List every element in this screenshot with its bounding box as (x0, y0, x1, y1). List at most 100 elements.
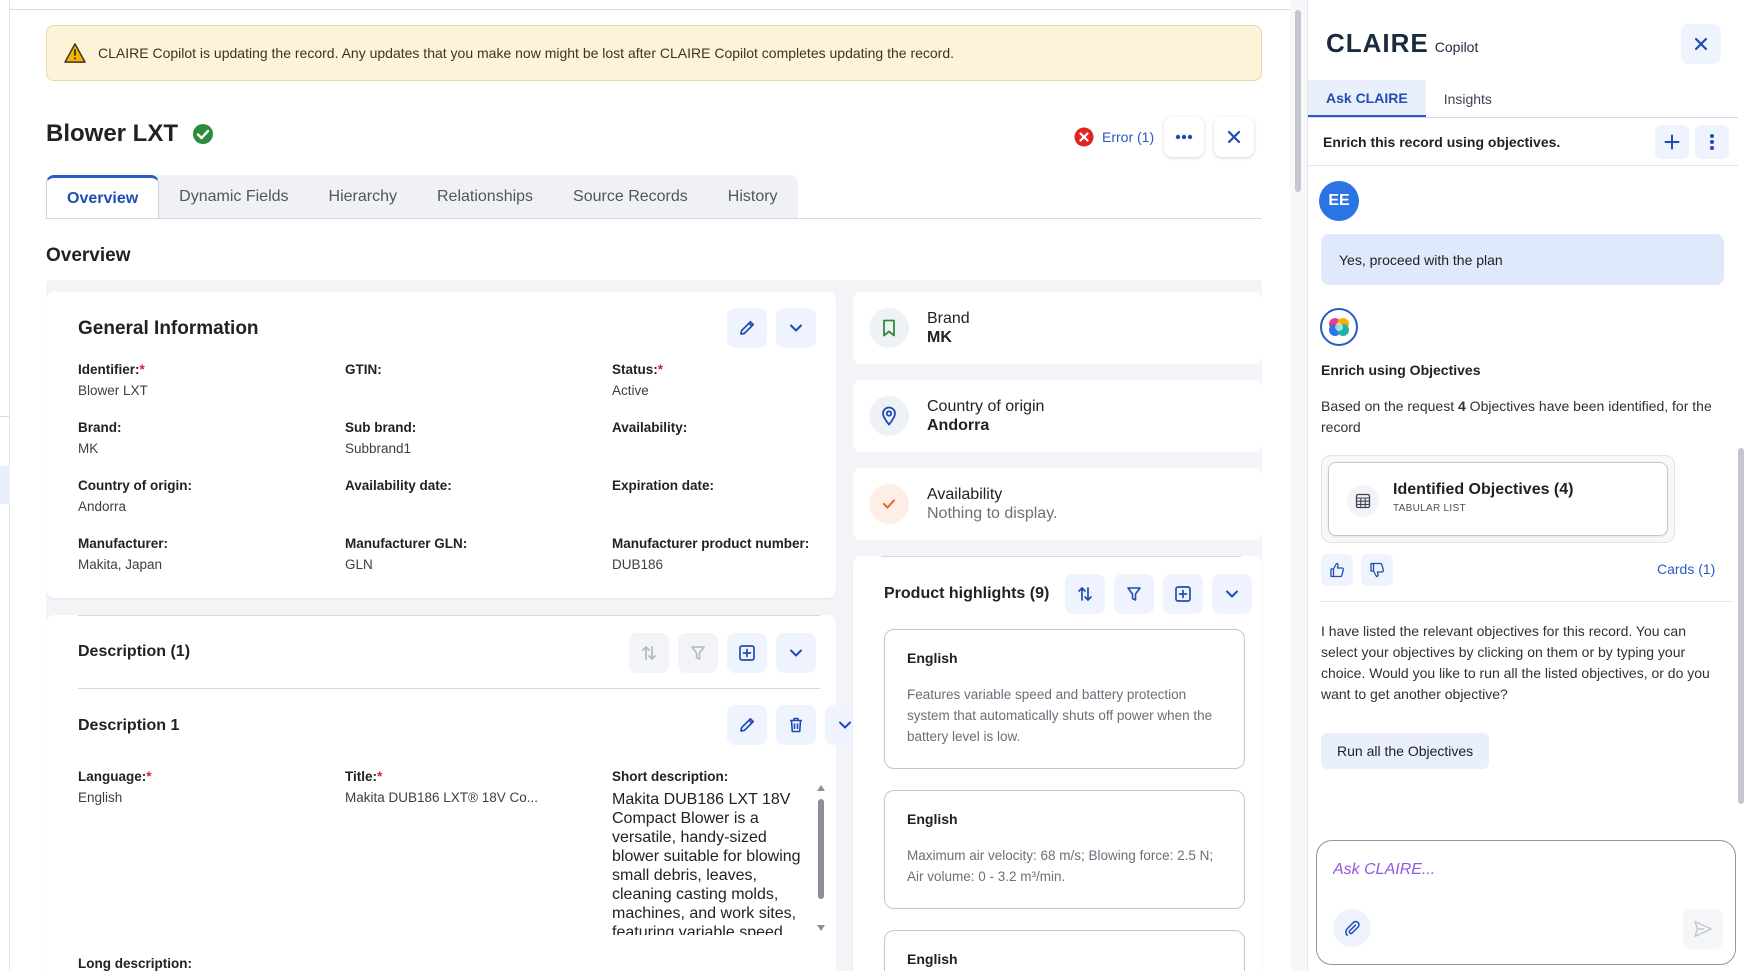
section-title: Overview (46, 245, 131, 266)
new-chat-button[interactable] (1655, 125, 1689, 159)
add-highlight-button[interactable] (1163, 574, 1203, 614)
close-record-button[interactable] (1214, 117, 1255, 157)
verified-check-icon (193, 124, 214, 144)
brand-card-title: Brand (927, 309, 970, 327)
tab-hierarchy[interactable]: Hierarchy (309, 175, 417, 219)
sort-icon (1078, 587, 1092, 601)
field-language: Language:* English (78, 769, 338, 805)
trash-icon (790, 717, 802, 733)
field-label: Identifier: (78, 362, 140, 377)
tab-history[interactable]: History (708, 175, 798, 219)
highlight-text: Features variable speed and battery prot… (907, 687, 1213, 744)
field-label: Sub brand: (345, 420, 417, 435)
highlight-language: English (907, 811, 958, 827)
description-title: Description (1) (78, 643, 191, 660)
thumbs-down-button[interactable] (1361, 554, 1393, 586)
bot-text-part: Based on the request (1321, 398, 1458, 414)
field-value: GLN (345, 557, 373, 572)
tab-relationships[interactable]: Relationships (417, 175, 553, 219)
thumbs-up-button[interactable] (1321, 554, 1353, 586)
field-long-description: Long description: (78, 956, 338, 971)
identified-objectives-card[interactable]: Identified Objectives (4) TABULAR LIST (1328, 462, 1668, 536)
cards-link[interactable]: Cards (1) (1657, 561, 1715, 577)
scrollbar-thumb[interactable] (818, 799, 824, 899)
warning-icon (64, 43, 86, 63)
short-description-scroll[interactable]: Makita DUB186 LXT 18V Compact Blower is … (612, 790, 812, 935)
error-link[interactable]: Error (1) (1074, 127, 1154, 147)
field-availability-date: Availability date: (345, 478, 605, 499)
brand-card: Brand MK (853, 292, 1262, 364)
field-label: Availability: (612, 420, 688, 435)
sort-description-button[interactable] (629, 633, 669, 673)
copilot-menu-button[interactable] (1695, 125, 1729, 159)
add-description-button[interactable] (727, 633, 767, 673)
short-description-scrollbar[interactable] (816, 785, 826, 933)
bot-message-title: Enrich using Objectives (1321, 362, 1481, 378)
field-value: English (78, 790, 123, 805)
filter-icon (691, 646, 705, 660)
field-value: Andorra (78, 499, 127, 514)
scroll-down-arrow[interactable] (817, 925, 825, 931)
field-expiration-date: Expiration date: (612, 478, 872, 499)
close-icon (1228, 130, 1241, 144)
sort-highlights-button[interactable] (1065, 574, 1105, 614)
paperclip-icon (1345, 920, 1360, 937)
more-horizontal-icon (1175, 134, 1193, 140)
copilot-brand: CLAIRE Copilot (1326, 28, 1478, 59)
copilot-scrollbar-thumb[interactable] (1738, 448, 1744, 804)
run-all-objectives-button[interactable]: Run all the Objectives (1321, 733, 1490, 769)
chat-divider (1321, 601, 1733, 602)
highlight-item[interactable]: English Maximum air velocity: 68 m/s; Bl… (884, 790, 1245, 909)
chevron-down-icon (790, 649, 802, 657)
edit-general-button[interactable] (727, 308, 767, 348)
page-title: Blower LXT (46, 120, 179, 147)
tab-ask-claire[interactable]: Ask CLAIRE (1308, 80, 1426, 118)
attach-button[interactable] (1333, 909, 1371, 947)
field-manufacturer-gln: Manufacturer GLN: GLN (345, 536, 605, 572)
tab-dynamic-fields[interactable]: Dynamic Fields (159, 175, 308, 219)
ask-claire-input[interactable] (1333, 861, 1663, 879)
availability-card: Availability Nothing to display. (853, 468, 1262, 540)
main-scrollbar[interactable] (1290, 0, 1307, 971)
filter-highlights-button[interactable] (1114, 574, 1154, 614)
copilot-tabs: Ask CLAIRE Insights (1308, 80, 1510, 118)
pencil-icon (740, 320, 755, 335)
chevron-down-icon (839, 721, 851, 729)
send-button[interactable] (1683, 909, 1723, 949)
collapse-description-button[interactable] (776, 633, 816, 673)
error-icon (1074, 127, 1094, 147)
claire-bot-icon (1320, 308, 1358, 346)
filter-description-button[interactable] (678, 633, 718, 673)
field-label: Language: (78, 769, 147, 784)
highlight-language: English (907, 650, 958, 666)
scroll-up-arrow[interactable] (817, 785, 825, 791)
close-icon (1694, 37, 1708, 51)
field-label: Manufacturer product number: (612, 536, 810, 551)
more-actions-button[interactable] (1164, 117, 1205, 157)
field-label: Country of origin: (78, 478, 192, 493)
tab-insights[interactable]: Insights (1426, 80, 1510, 118)
collapse-highlights-button[interactable] (1212, 574, 1252, 614)
brand-sub-text: Copilot (1434, 39, 1479, 55)
description-inner-rule (78, 688, 820, 689)
close-copilot-button[interactable] (1681, 24, 1721, 64)
description-item-title: Description 1 (78, 717, 180, 734)
main-scrollbar-thumb[interactable] (1295, 10, 1301, 192)
highlight-item[interactable]: English Features variable speed and batt… (884, 629, 1245, 769)
field-value: Subbrand1 (345, 441, 412, 456)
brand-logo-text: CLAIRE (1326, 28, 1429, 58)
highlight-item[interactable]: English (884, 930, 1245, 971)
edit-description-button[interactable] (727, 705, 767, 745)
highlight-text: Maximum air velocity: 68 m/s; Blowing fo… (907, 848, 1214, 884)
field-label: Status: (612, 362, 658, 377)
required-marker: * (146, 769, 152, 784)
country-card-value: Andorra (927, 416, 990, 434)
tab-overview[interactable]: Overview (46, 175, 160, 219)
field-value: Makita DUB186 LXT® 18V Co... (345, 790, 539, 805)
delete-description-button[interactable] (776, 705, 816, 745)
tab-source-records[interactable]: Source Records (553, 175, 708, 219)
field-gtin: GTIN: (345, 362, 605, 383)
field-title: Title:* Makita DUB186 LXT® 18V Co... (345, 769, 605, 805)
collapse-general-button[interactable] (776, 308, 816, 348)
bookmark-icon (869, 308, 909, 348)
